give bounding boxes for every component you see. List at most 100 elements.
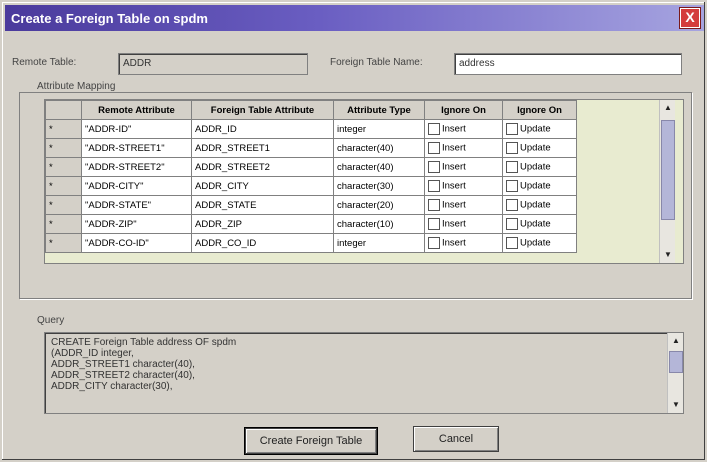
query-line: CREATE Foreign Table address OF spdm bbox=[51, 337, 237, 348]
create-foreign-table-button[interactable]: Create Foreign Table bbox=[244, 427, 378, 455]
ignore-insert-checkbox[interactable] bbox=[428, 142, 440, 154]
foreign-attribute-cell[interactable]: ADDR_CITY bbox=[191, 176, 334, 196]
table-row[interactable]: * "ADDR-CO-ID" ADDR_CO_ID integer Insert… bbox=[45, 233, 577, 253]
ignore-update-label: Update bbox=[520, 142, 551, 154]
create-foreign-table-dialog: Create a Foreign Table on spdm X Remote … bbox=[0, 0, 707, 462]
ignore-insert-label: Insert bbox=[442, 237, 466, 249]
row-marker[interactable]: * bbox=[45, 233, 82, 253]
column-header-ignore-on-update[interactable]: Ignore On bbox=[502, 100, 577, 120]
table-row[interactable]: * "ADDR-ID" ADDR_ID integer Insert Updat… bbox=[45, 119, 577, 139]
table-row[interactable]: * "ADDR-STREET1" ADDR_STREET1 character(… bbox=[45, 138, 577, 158]
query-scroll-thumb[interactable] bbox=[669, 351, 683, 373]
close-button[interactable]: X bbox=[679, 7, 701, 29]
ignore-insert-checkbox[interactable] bbox=[428, 180, 440, 192]
ignore-update-cell[interactable]: Update bbox=[502, 214, 577, 234]
scroll-up-arrow-icon[interactable]: ▲ bbox=[660, 100, 676, 116]
ignore-insert-cell[interactable]: Insert bbox=[424, 157, 503, 177]
attribute-type-cell[interactable]: character(30) bbox=[333, 176, 425, 196]
remote-attribute-cell[interactable]: "ADDR-STREET1" bbox=[81, 138, 192, 158]
row-marker[interactable]: * bbox=[45, 214, 82, 234]
foreign-attribute-cell[interactable]: ADDR_STREET2 bbox=[191, 157, 334, 177]
ignore-insert-cell[interactable]: Insert bbox=[424, 138, 503, 158]
ignore-update-label: Update bbox=[520, 123, 551, 135]
query-vertical-scrollbar[interactable]: ▲ ▼ bbox=[667, 333, 683, 413]
scroll-up-arrow-icon[interactable]: ▲ bbox=[668, 333, 684, 349]
ignore-update-checkbox[interactable] bbox=[506, 180, 518, 192]
ignore-insert-label: Insert bbox=[442, 161, 466, 173]
column-header-remote-attribute[interactable]: Remote Attribute bbox=[81, 100, 192, 120]
column-header-foreign-attribute[interactable]: Foreign Table Attribute bbox=[191, 100, 334, 120]
ignore-update-cell[interactable]: Update bbox=[502, 119, 577, 139]
foreign-table-name-input[interactable]: address bbox=[454, 53, 682, 75]
title-bar[interactable]: Create a Foreign Table on spdm X bbox=[5, 5, 704, 31]
ignore-update-label: Update bbox=[520, 161, 551, 173]
ignore-update-checkbox[interactable] bbox=[506, 161, 518, 173]
ignore-insert-cell[interactable]: Insert bbox=[424, 214, 503, 234]
ignore-update-cell[interactable]: Update bbox=[502, 138, 577, 158]
attribute-type-cell[interactable]: character(40) bbox=[333, 138, 425, 158]
row-marker[interactable]: * bbox=[45, 195, 82, 215]
table-row[interactable]: * "ADDR-CITY" ADDR_CITY character(30) In… bbox=[45, 176, 577, 196]
column-header-ignore-on-insert[interactable]: Ignore On bbox=[424, 100, 503, 120]
ignore-update-label: Update bbox=[520, 180, 551, 192]
mapping-scroll-thumb[interactable] bbox=[661, 120, 675, 220]
foreign-attribute-cell[interactable]: ADDR_ID bbox=[191, 119, 334, 139]
ignore-insert-label: Insert bbox=[442, 199, 466, 211]
table-row[interactable]: * "ADDR-STATE" ADDR_STATE character(20) … bbox=[45, 195, 577, 215]
ignore-update-cell[interactable]: Update bbox=[502, 157, 577, 177]
ignore-insert-checkbox[interactable] bbox=[428, 161, 440, 173]
ignore-insert-label: Insert bbox=[442, 180, 466, 192]
ignore-insert-label: Insert bbox=[442, 142, 466, 154]
attribute-type-cell[interactable]: character(20) bbox=[333, 195, 425, 215]
scroll-down-arrow-icon[interactable]: ▼ bbox=[668, 397, 684, 413]
remote-attribute-cell[interactable]: "ADDR-STREET2" bbox=[81, 157, 192, 177]
foreign-attribute-cell[interactable]: ADDR_STREET1 bbox=[191, 138, 334, 158]
cancel-button[interactable]: Cancel bbox=[413, 426, 499, 452]
ignore-update-cell[interactable]: Update bbox=[502, 195, 577, 215]
ignore-update-checkbox[interactable] bbox=[506, 237, 518, 249]
row-marker[interactable]: * bbox=[45, 157, 82, 177]
ignore-insert-cell[interactable]: Insert bbox=[424, 195, 503, 215]
ignore-insert-cell[interactable]: Insert bbox=[424, 119, 503, 139]
remote-attribute-cell[interactable]: "ADDR-ZIP" bbox=[81, 214, 192, 234]
ignore-update-cell[interactable]: Update bbox=[502, 233, 577, 253]
query-line: ADDR_CITY character(30), bbox=[51, 381, 173, 392]
ignore-update-label: Update bbox=[520, 237, 551, 249]
foreign-attribute-cell[interactable]: ADDR_ZIP bbox=[191, 214, 334, 234]
remote-attribute-cell[interactable]: "ADDR-ID" bbox=[81, 119, 192, 139]
ignore-insert-label: Insert bbox=[442, 123, 466, 135]
row-marker[interactable]: * bbox=[45, 176, 82, 196]
ignore-insert-checkbox[interactable] bbox=[428, 123, 440, 135]
foreign-table-name-label: Foreign Table Name: bbox=[330, 57, 423, 68]
attribute-type-cell[interactable]: integer bbox=[333, 119, 425, 139]
ignore-insert-label: Insert bbox=[442, 218, 466, 230]
attribute-type-cell[interactable]: character(10) bbox=[333, 214, 425, 234]
row-marker[interactable]: * bbox=[45, 138, 82, 158]
remote-attribute-cell[interactable]: "ADDR-CITY" bbox=[81, 176, 192, 196]
ignore-update-cell[interactable]: Update bbox=[502, 176, 577, 196]
ignore-update-checkbox[interactable] bbox=[506, 123, 518, 135]
query-textarea[interactable]: CREATE Foreign Table address OF spdm (AD… bbox=[44, 332, 684, 414]
ignore-update-checkbox[interactable] bbox=[506, 142, 518, 154]
ignore-update-checkbox[interactable] bbox=[506, 199, 518, 211]
attribute-type-cell[interactable]: character(40) bbox=[333, 157, 425, 177]
column-header-attribute-type[interactable]: Attribute Type bbox=[333, 100, 425, 120]
attribute-type-cell[interactable]: integer bbox=[333, 233, 425, 253]
remote-attribute-cell[interactable]: "ADDR-STATE" bbox=[81, 195, 192, 215]
row-marker[interactable]: * bbox=[45, 119, 82, 139]
table-row[interactable]: * "ADDR-STREET2" ADDR_STREET2 character(… bbox=[45, 157, 577, 177]
row-header-corner bbox=[45, 100, 82, 120]
ignore-update-label: Update bbox=[520, 199, 551, 211]
ignore-update-checkbox[interactable] bbox=[506, 218, 518, 230]
mapping-vertical-scrollbar[interactable]: ▲ ▼ bbox=[659, 100, 675, 263]
ignore-insert-cell[interactable]: Insert bbox=[424, 176, 503, 196]
remote-attribute-cell[interactable]: "ADDR-CO-ID" bbox=[81, 233, 192, 253]
foreign-attribute-cell[interactable]: ADDR_CO_ID bbox=[191, 233, 334, 253]
scroll-down-arrow-icon[interactable]: ▼ bbox=[660, 247, 676, 263]
foreign-attribute-cell[interactable]: ADDR_STATE bbox=[191, 195, 334, 215]
ignore-insert-checkbox[interactable] bbox=[428, 199, 440, 211]
table-row[interactable]: * "ADDR-ZIP" ADDR_ZIP character(10) Inse… bbox=[45, 214, 577, 234]
ignore-insert-cell[interactable]: Insert bbox=[424, 233, 503, 253]
ignore-insert-checkbox[interactable] bbox=[428, 237, 440, 249]
ignore-insert-checkbox[interactable] bbox=[428, 218, 440, 230]
